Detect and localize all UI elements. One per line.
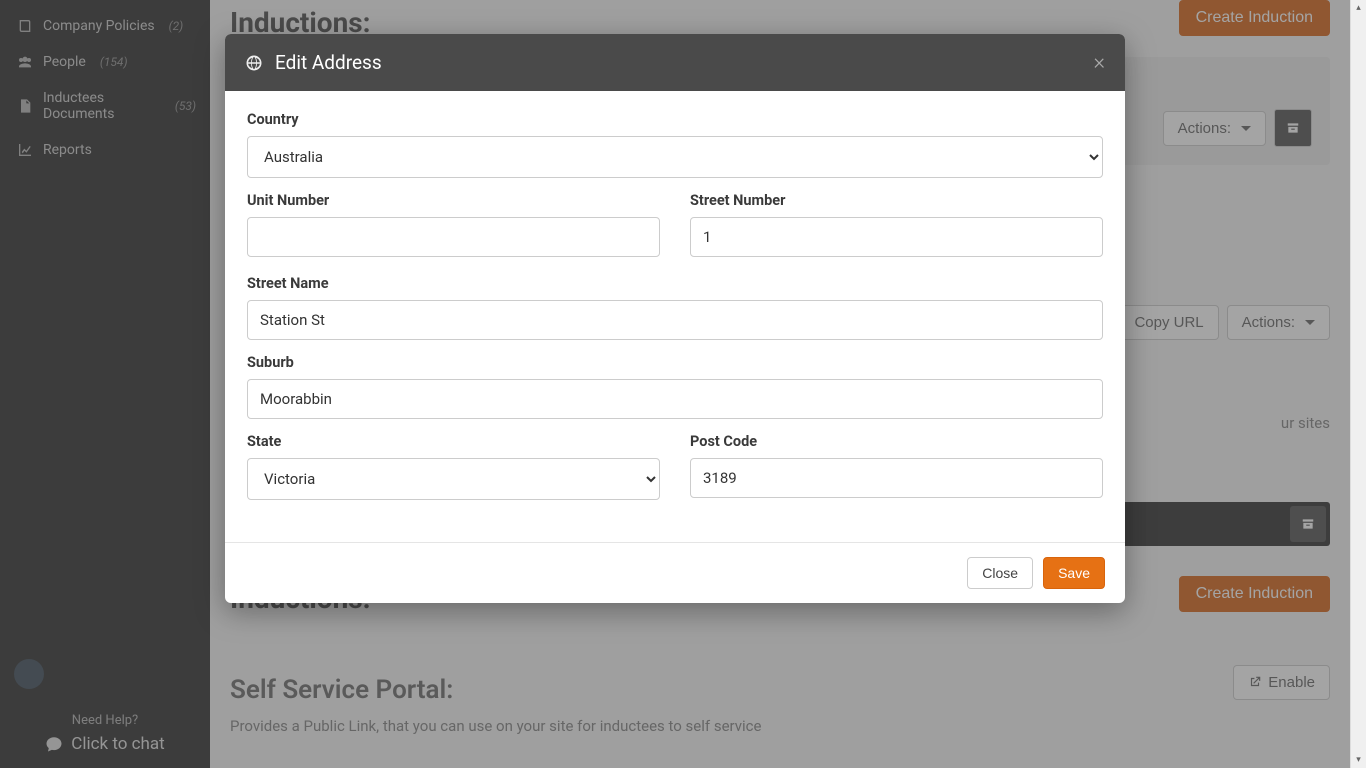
globe-icon (245, 54, 263, 72)
unit-number-label: Unit Number (247, 192, 660, 209)
suburb-label: Suburb (247, 354, 1103, 371)
state-select[interactable]: Victoria (247, 458, 660, 500)
street-name-label: Street Name (247, 275, 1103, 292)
edit-address-modal: Edit Address × Country Australia Unit Nu… (225, 34, 1125, 603)
street-name-input[interactable] (247, 300, 1103, 340)
save-button[interactable]: Save (1043, 557, 1105, 589)
modal-body: Country Australia Unit Number Street Num… (225, 91, 1125, 542)
scrollbar-track[interactable] (1351, 16, 1366, 752)
street-number-label: Street Number (690, 192, 1103, 209)
unit-number-input[interactable] (247, 217, 660, 257)
street-number-input[interactable] (690, 217, 1103, 257)
modal-header: Edit Address × (225, 34, 1125, 91)
post-code-label: Post Code (690, 433, 1103, 450)
country-select[interactable]: Australia (247, 136, 1103, 178)
country-label: Country (247, 111, 1103, 128)
post-code-input[interactable] (690, 458, 1103, 498)
close-icon[interactable]: × (1093, 50, 1105, 75)
vertical-scrollbar[interactable]: ▴ ▾ (1350, 0, 1366, 768)
modal-footer: Close Save (225, 542, 1125, 603)
scroll-down-arrow-icon[interactable]: ▾ (1351, 752, 1366, 768)
close-button[interactable]: Close (967, 557, 1033, 589)
scroll-up-arrow-icon[interactable]: ▴ (1351, 0, 1366, 16)
modal-title: Edit Address (275, 51, 382, 74)
suburb-input[interactable] (247, 379, 1103, 419)
state-label: State (247, 433, 660, 450)
